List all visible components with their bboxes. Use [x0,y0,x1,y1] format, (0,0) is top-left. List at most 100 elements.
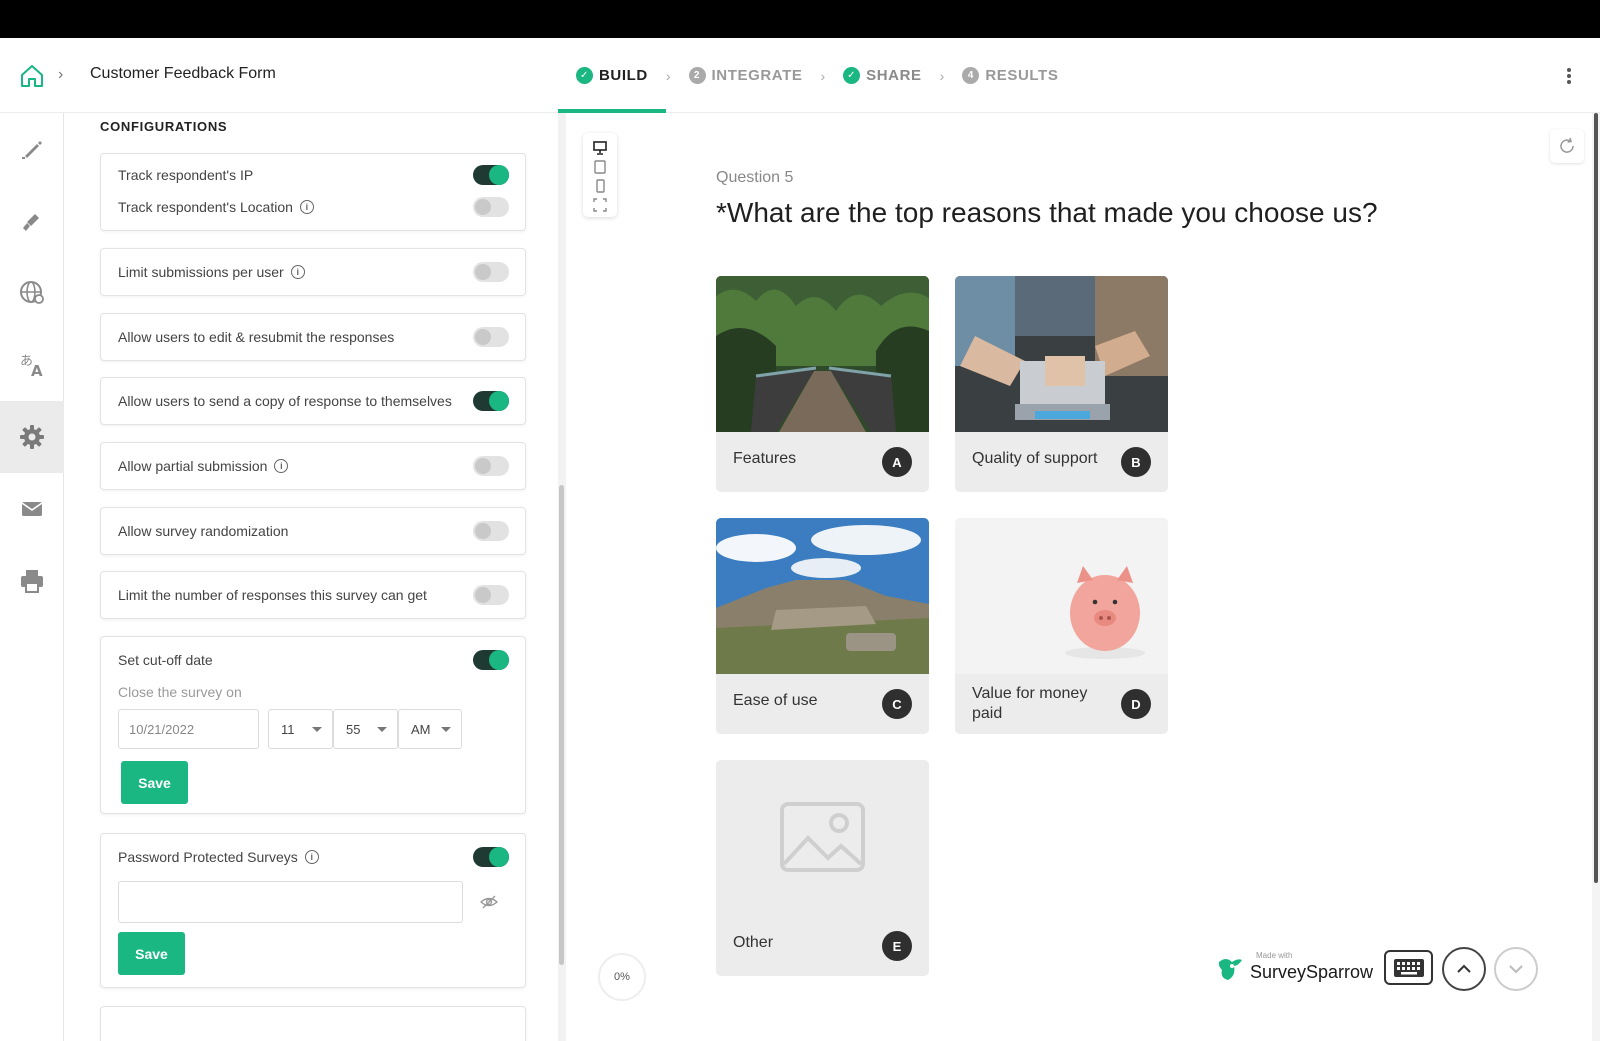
fullscreen-icon[interactable] [593,198,607,212]
chevron-down-icon [1509,965,1523,974]
password-card: Password Protected Surveys i Save [100,833,526,988]
globe-icon[interactable] [0,257,64,329]
section-title: CONFIGURATIONS [100,119,228,134]
next-question-button[interactable] [1494,947,1538,991]
send-copy-toggle[interactable] [473,391,509,411]
chevron-down-icon [312,727,322,732]
question-number: Question 5 [716,169,794,186]
check-icon: ✓ [576,67,593,84]
mobile-icon[interactable] [593,179,607,193]
desktop-icon[interactable] [593,141,607,155]
send-copy-row: Allow users to send a copy of response t… [101,385,525,417]
info-icon[interactable]: i [290,265,305,279]
choice-other[interactable]: Other E [716,760,929,976]
limit-responses-card: Limit the number of responses this surve… [100,571,526,619]
choice-ease-of-use[interactable]: Ease of use C [716,518,929,734]
config-scrollbar[interactable] [558,113,566,1041]
stone-ruins-image [716,518,929,674]
chevron-right-icon: › [939,67,945,84]
keyboard-icon[interactable] [1384,950,1433,985]
refresh-icon[interactable] [1550,129,1584,163]
choice-features[interactable]: Features A [716,276,929,492]
limit-submissions-row: Limit submissions per user i [101,256,525,288]
ampm-value: AM [411,721,431,737]
limit-responses-toggle[interactable] [473,585,509,605]
partial-submission-toggle[interactable] [473,456,509,476]
scrollbar-thumb[interactable] [1594,113,1598,883]
track-location-toggle[interactable] [473,197,509,217]
edit-resubmit-card: Allow users to edit & resubmit the respo… [100,313,526,361]
cutoff-date-card: Set cut-off date Close the survey on 10/… [100,636,526,814]
step-number-badge: 4 [962,67,980,84]
choice-key-badge: A [882,447,912,477]
info-icon[interactable]: i [304,850,319,864]
chevron-right-icon: › [665,67,671,84]
randomization-toggle[interactable] [473,521,509,541]
choice-key-badge: E [882,931,912,961]
limit-submissions-toggle[interactable] [473,262,509,282]
tablet-icon[interactable] [593,160,607,174]
next-card [100,1006,526,1041]
survey-preview: Question 5 *What are the top reasons tha… [566,113,1600,1041]
partial-submission-card: Allow partial submission i [100,442,526,490]
ampm-select[interactable]: AM [398,709,462,749]
setting-label: Limit submissions per user [118,264,284,280]
step-integrate[interactable]: 2 INTEGRATE [673,38,819,113]
step-label: INTEGRATE [711,67,803,84]
translate-icon[interactable]: あA [0,329,64,401]
mail-icon[interactable] [0,473,64,545]
step-results[interactable]: 4 RESULTS [946,38,1074,113]
made-with-label: Made with [1256,951,1293,960]
cutoff-date-input[interactable]: 10/21/2022 [118,709,259,749]
surveysparrow-brand[interactable]: Made with SurveySparrow [1216,951,1374,985]
edit-icon[interactable] [0,113,64,185]
sparrow-logo-icon [1218,959,1242,980]
choice-label: Features [733,450,797,467]
cutoff-save-button[interactable]: Save [121,761,188,804]
minute-select[interactable]: 55 [333,709,398,749]
choice-label: Quality of support [972,450,1098,467]
home-icon[interactable] [18,62,46,90]
cutoff-row: Set cut-off date [101,644,525,676]
hour-select[interactable]: 11 [268,709,333,749]
password-input[interactable] [118,881,463,923]
edit-resubmit-row: Allow users to edit & resubmit the respo… [101,321,525,353]
info-icon[interactable]: i [274,459,289,473]
brand-name: SurveySparrow [1250,961,1374,982]
eye-off-icon[interactable] [479,894,499,915]
password-save-button[interactable]: Save [118,932,185,975]
choice-label: Value for money paid [972,685,1088,722]
laptop-team-image [955,276,1168,432]
edit-resubmit-toggle[interactable] [473,327,509,347]
form-title: Customer Feedback Form [90,65,276,82]
limit-submissions-card: Limit submissions per user i [100,248,526,296]
setting-label: Allow users to edit & resubmit the respo… [118,329,395,345]
track-ip-toggle[interactable] [473,165,509,185]
setting-label: Limit the number of responses this surve… [118,587,427,603]
choice-quality-of-support[interactable]: Quality of support B [955,276,1168,492]
step-share[interactable]: ✓ SHARE [827,38,938,113]
info-icon[interactable]: i [299,200,314,214]
configurations-panel: CONFIGURATIONS Track respondent's IP Tra… [64,113,558,1041]
preview-scrollbar[interactable] [1592,113,1600,1041]
track-location-row: Track respondent's Location i [101,191,525,223]
choice-value-for-money-paid[interactable]: Value for money paid D [955,518,1168,734]
question-text: *What are the top reasons that made you … [716,197,1378,228]
setting-label: Allow partial submission [118,458,268,474]
gear-icon[interactable] [0,401,64,473]
chevron-up-icon [1457,964,1471,973]
randomization-row: Allow survey randomization [101,515,525,547]
choice-key-badge: C [882,689,912,719]
cutoff-toggle[interactable] [473,650,509,670]
piggy-bank-image [955,518,1168,674]
setting-label: Allow users to send a copy of response t… [118,393,452,409]
step-number-badge: 2 [688,67,706,84]
chevron-down-icon [441,727,451,732]
more-options-icon[interactable] [1566,66,1572,86]
previous-question-button[interactable] [1442,947,1486,991]
print-icon[interactable] [0,545,64,617]
theme-brush-icon[interactable] [0,185,64,257]
scrollbar-thumb[interactable] [559,485,564,965]
step-build[interactable]: ✓ BUILD [558,38,666,113]
password-toggle[interactable] [473,847,509,867]
